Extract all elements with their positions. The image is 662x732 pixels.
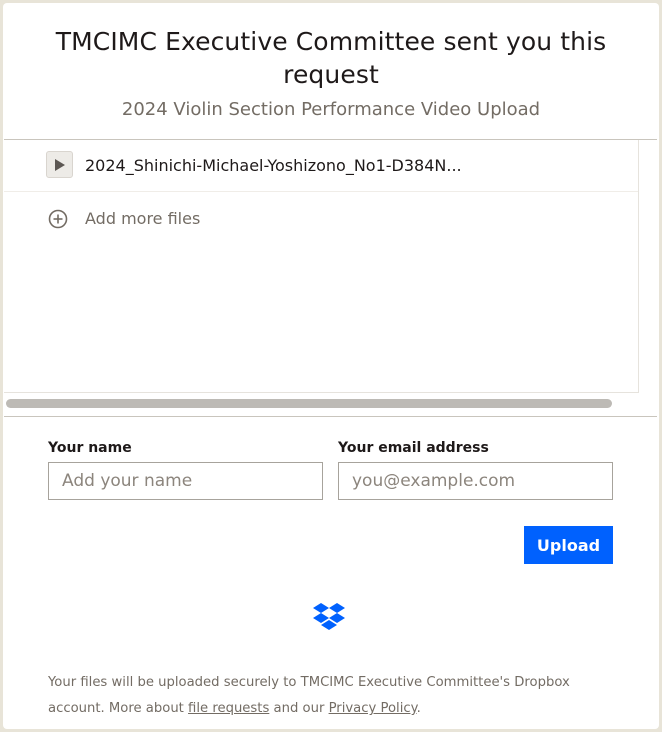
email-input[interactable] bbox=[338, 462, 613, 500]
page-title: TMCIMC Executive Committee sent you this… bbox=[55, 27, 607, 89]
request-subtitle: 2024 Violin Section Performance Video Up… bbox=[121, 99, 541, 120]
footer-text-middle: and our bbox=[269, 701, 329, 716]
file-name: 2024_Shinichi-Michael-Yoshizono_No1-D384… bbox=[85, 156, 462, 175]
file-requests-link[interactable]: file requests bbox=[188, 701, 269, 716]
plus-circle-icon bbox=[48, 209, 68, 229]
header: TMCIMC Executive Committee sent you this… bbox=[3, 3, 659, 139]
file-item[interactable]: 2024_Shinichi-Michael-Yoshizono_No1-D384… bbox=[4, 140, 638, 192]
horizontal-scrollbar[interactable] bbox=[4, 396, 657, 410]
privacy-policy-link[interactable]: Privacy Policy bbox=[329, 701, 417, 716]
footer-disclaimer: Your files will be uploaded securely to … bbox=[48, 670, 618, 722]
email-label: Your email address bbox=[338, 440, 489, 456]
video-thumbnail[interactable] bbox=[46, 151, 73, 178]
file-request-dialog: TMCIMC Executive Committee sent you this… bbox=[3, 3, 659, 729]
upload-button[interactable]: Upload bbox=[524, 526, 613, 564]
scrollbar-thumb[interactable] bbox=[6, 399, 612, 408]
name-label: Your name bbox=[48, 440, 132, 456]
footer-text-end: . bbox=[416, 701, 421, 716]
play-icon bbox=[55, 159, 65, 171]
file-list: 2024_Shinichi-Michael-Yoshizono_No1-D384… bbox=[4, 140, 639, 393]
add-more-files-button[interactable]: Add more files bbox=[4, 192, 638, 242]
file-list-panel: 2024_Shinichi-Michael-Yoshizono_No1-D384… bbox=[4, 139, 657, 417]
add-more-files-label: Add more files bbox=[85, 209, 201, 228]
dropbox-logo-icon bbox=[313, 603, 345, 630]
name-input[interactable] bbox=[48, 462, 323, 500]
